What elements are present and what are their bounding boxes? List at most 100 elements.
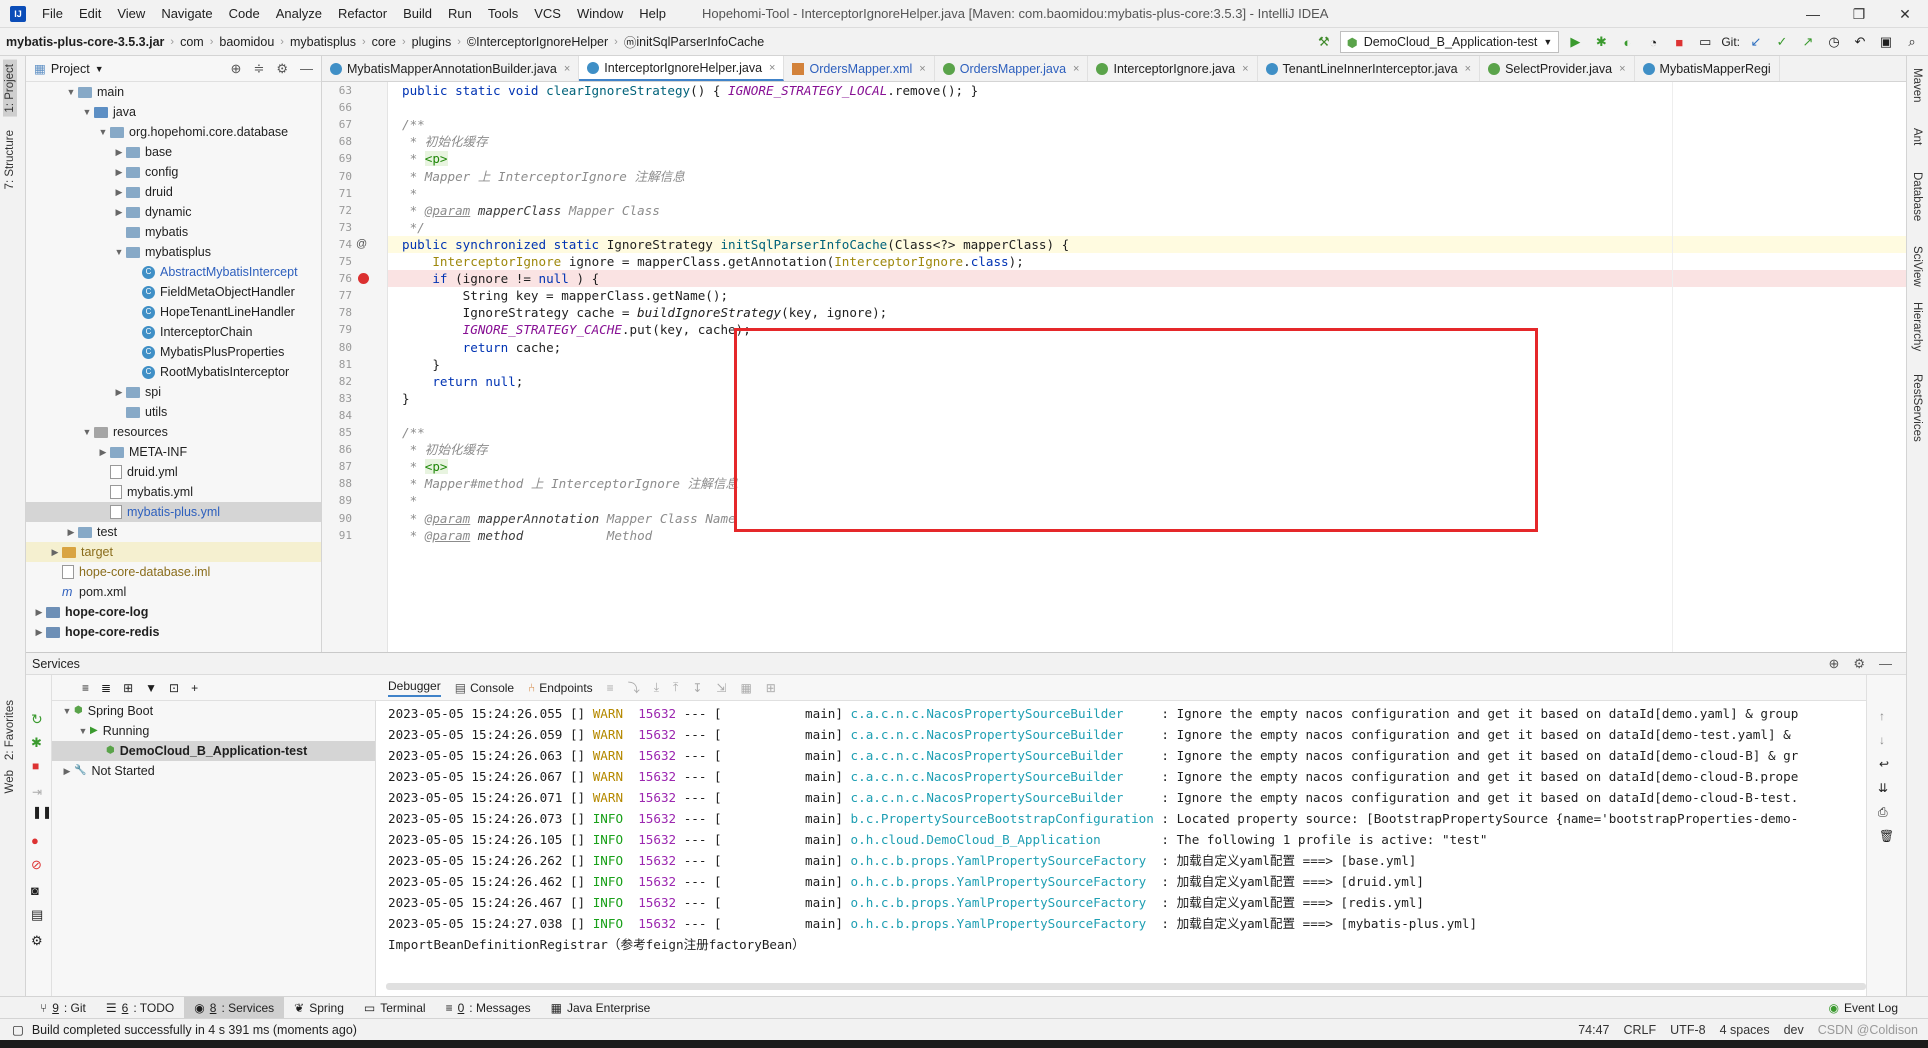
status-message[interactable]: Build completed successfully in 4 s 391 … — [32, 1023, 357, 1037]
close-tab-icon[interactable]: × — [1619, 63, 1625, 75]
menu-view[interactable]: View — [109, 0, 153, 28]
tab-restservices[interactable]: RestServices — [1911, 374, 1923, 442]
tab-database[interactable]: Database — [1911, 172, 1923, 221]
code-line[interactable]: IgnoreStrategy cache = buildIgnoreStrate… — [388, 304, 1906, 321]
menu-refactor[interactable]: Refactor — [330, 0, 395, 28]
console-action-icon[interactable]: ↧ — [692, 681, 702, 695]
code-line[interactable]: * — [388, 185, 1906, 202]
tree-node[interactable]: C AbstractMybatisIntercept — [26, 262, 321, 282]
code-line[interactable]: InterceptorIgnore ignore = mapperClass.g… — [388, 253, 1906, 270]
tree-node[interactable]: ▶ druid — [26, 182, 321, 202]
tree-node[interactable]: ▼ mybatisplus — [26, 242, 321, 262]
mute-breakpoints-icon[interactable]: ⊘ — [31, 857, 42, 873]
rerun-icon[interactable]: ↻ — [31, 711, 43, 728]
code-line[interactable] — [388, 99, 1906, 116]
line-separator[interactable]: CRLF — [1624, 1023, 1657, 1037]
chevron-right-icon[interactable]: ▶ — [48, 542, 62, 562]
build-hammer-icon[interactable]: ⚒ — [1314, 32, 1334, 52]
run-icon[interactable]: ▶ — [1565, 32, 1585, 52]
chevron-down-icon[interactable]: ▼ — [76, 721, 90, 741]
console-action-icon[interactable]: ▦ — [740, 681, 751, 695]
breadcrumb-item[interactable]: ⓜ initSqlParserInfoCache — [618, 32, 770, 51]
override-marker-icon[interactable]: @ — [356, 238, 367, 250]
tree-node[interactable]: ▶ base — [26, 142, 321, 162]
service-node[interactable]: ⬢ DemoCloud_B_Application-test — [52, 741, 375, 761]
breadcrumb-item[interactable]: baomidou — [213, 35, 280, 49]
service-node[interactable]: ▼ ▶ Running — [52, 721, 375, 741]
git-commit-icon[interactable]: ✓ — [1772, 32, 1792, 52]
console-action-icon[interactable]: ≡ — [607, 681, 614, 695]
chevron-down-icon[interactable]: ▼ — [60, 701, 74, 721]
camera-icon[interactable]: ◙ — [31, 883, 39, 898]
tree-node[interactable]: C RootMybatisInterceptor — [26, 362, 321, 382]
tree-node[interactable]: ▶ hope-core-log — [26, 602, 321, 622]
editor-tab[interactable]: MybatisMapperRegi — [1635, 56, 1780, 81]
horizontal-scrollbar[interactable] — [386, 983, 1866, 990]
breadcrumb-item[interactable]: plugins — [406, 35, 458, 49]
cursor-position[interactable]: 74:47 — [1578, 1023, 1609, 1037]
tab-web[interactable]: Web — [3, 766, 17, 797]
tree-node[interactable]: ▶ hope-core-redis — [26, 622, 321, 642]
tree-node[interactable]: druid.yml — [26, 462, 321, 482]
group-icon[interactable]: ⊞ — [123, 681, 133, 695]
chevron-right-icon[interactable]: ▶ — [112, 142, 126, 162]
code-line[interactable]: public synchronized static IgnoreStrateg… — [388, 235, 1906, 253]
code-line[interactable]: /** — [388, 116, 1906, 133]
tree-node[interactable]: ▶ META-INF — [26, 442, 321, 462]
tree-node[interactable]: C FieldMetaObjectHandler — [26, 282, 321, 302]
collapse-all-icon[interactable]: ≣ — [101, 681, 111, 695]
gear-icon[interactable]: ⚙ — [31, 933, 43, 949]
tree-node[interactable]: ▶ spi — [26, 382, 321, 402]
code-line[interactable]: * <p> — [388, 150, 1906, 167]
console-tab-endpoints[interactable]: ⑃ Endpoints — [528, 681, 593, 695]
filter-icon[interactable]: ▼ — [145, 681, 157, 695]
editor-tab[interactable]: InterceptorIgnoreHelper.java × — [579, 56, 785, 81]
close-tab-icon[interactable]: × — [1073, 63, 1079, 75]
console-action-icon[interactable]: ⤵ — [628, 679, 640, 696]
chevron-right-icon[interactable]: ▶ — [112, 182, 126, 202]
menu-help[interactable]: Help — [631, 0, 674, 28]
new-tab-icon[interactable]: ⊡ — [169, 681, 179, 695]
menu-window[interactable]: Window — [569, 0, 631, 28]
tree-node[interactable]: C MybatisPlusProperties — [26, 342, 321, 362]
chevron-down-icon[interactable]: ▼ — [95, 64, 104, 74]
breakpoints-icon[interactable]: ● — [31, 833, 39, 848]
menu-run[interactable]: Run — [440, 0, 480, 28]
tab-maven[interactable]: Maven — [1911, 68, 1923, 103]
log-line[interactable]: 2023-05-05 15:24:26.071 [] WARN 15632 --… — [378, 787, 1866, 808]
scroll-up-icon[interactable]: ↑ — [1879, 709, 1885, 723]
code-line[interactable]: * 初始化缓存 — [388, 133, 1906, 150]
search-icon[interactable]: ⌕ — [1902, 32, 1922, 52]
menu-navigate[interactable]: Navigate — [153, 0, 220, 28]
chevron-right-icon[interactable]: ▶ — [96, 442, 110, 462]
git-branch[interactable]: dev — [1784, 1023, 1804, 1037]
service-node[interactable]: ▼ ⬢ Spring Boot — [52, 701, 375, 721]
close-tab-icon[interactable]: × — [564, 63, 570, 75]
menu-code[interactable]: Code — [221, 0, 268, 28]
tree-node[interactable]: ▶ test — [26, 522, 321, 542]
log-line[interactable]: 2023-05-05 15:24:26.467 [] INFO 15632 --… — [378, 892, 1866, 913]
menu-edit[interactable]: Edit — [71, 0, 109, 28]
debug-icon[interactable]: ✱ — [1591, 32, 1611, 52]
tool-tab[interactable]: ☰ 6: TODO — [96, 997, 184, 1019]
tree-node[interactable]: mybatis-plus.yml — [26, 502, 321, 522]
log-line[interactable]: 2023-05-05 15:24:26.073 [] INFO 15632 --… — [378, 808, 1866, 829]
chevron-down-icon[interactable]: ▼ — [96, 122, 110, 142]
git-push-icon[interactable]: ↗ — [1798, 32, 1818, 52]
log-line[interactable]: 2023-05-05 15:24:26.063 [] WARN 15632 --… — [378, 745, 1866, 766]
close-tab-icon[interactable]: × — [1465, 63, 1471, 75]
profile-icon[interactable]: ◔ — [1643, 32, 1663, 52]
event-log-button[interactable]: ◉ Event Log — [1818, 997, 1908, 1019]
project-structure-icon[interactable]: ▣ — [1876, 32, 1896, 52]
scroll-down-icon[interactable]: ↓ — [1879, 733, 1885, 747]
chevron-down-icon[interactable]: ▼ — [80, 422, 94, 442]
editor-tab[interactable]: OrdersMapper.java × — [935, 56, 1089, 81]
tool-tab[interactable]: ⑂ 9: Git — [30, 997, 96, 1019]
log-line[interactable]: 2023-05-05 15:24:26.105 [] INFO 15632 --… — [378, 829, 1866, 850]
log-line[interactable]: 2023-05-05 15:24:27.038 [] INFO 15632 --… — [378, 913, 1866, 934]
tree-node[interactable]: ▼ resources — [26, 422, 321, 442]
console-tab-console[interactable]: ▤ Console — [455, 681, 514, 695]
chevron-right-icon[interactable]: ▶ — [32, 622, 46, 642]
tree-node[interactable]: C HopeTenantLineHandler — [26, 302, 321, 322]
code-line[interactable]: * @param mapperClass Mapper Class — [388, 202, 1906, 219]
